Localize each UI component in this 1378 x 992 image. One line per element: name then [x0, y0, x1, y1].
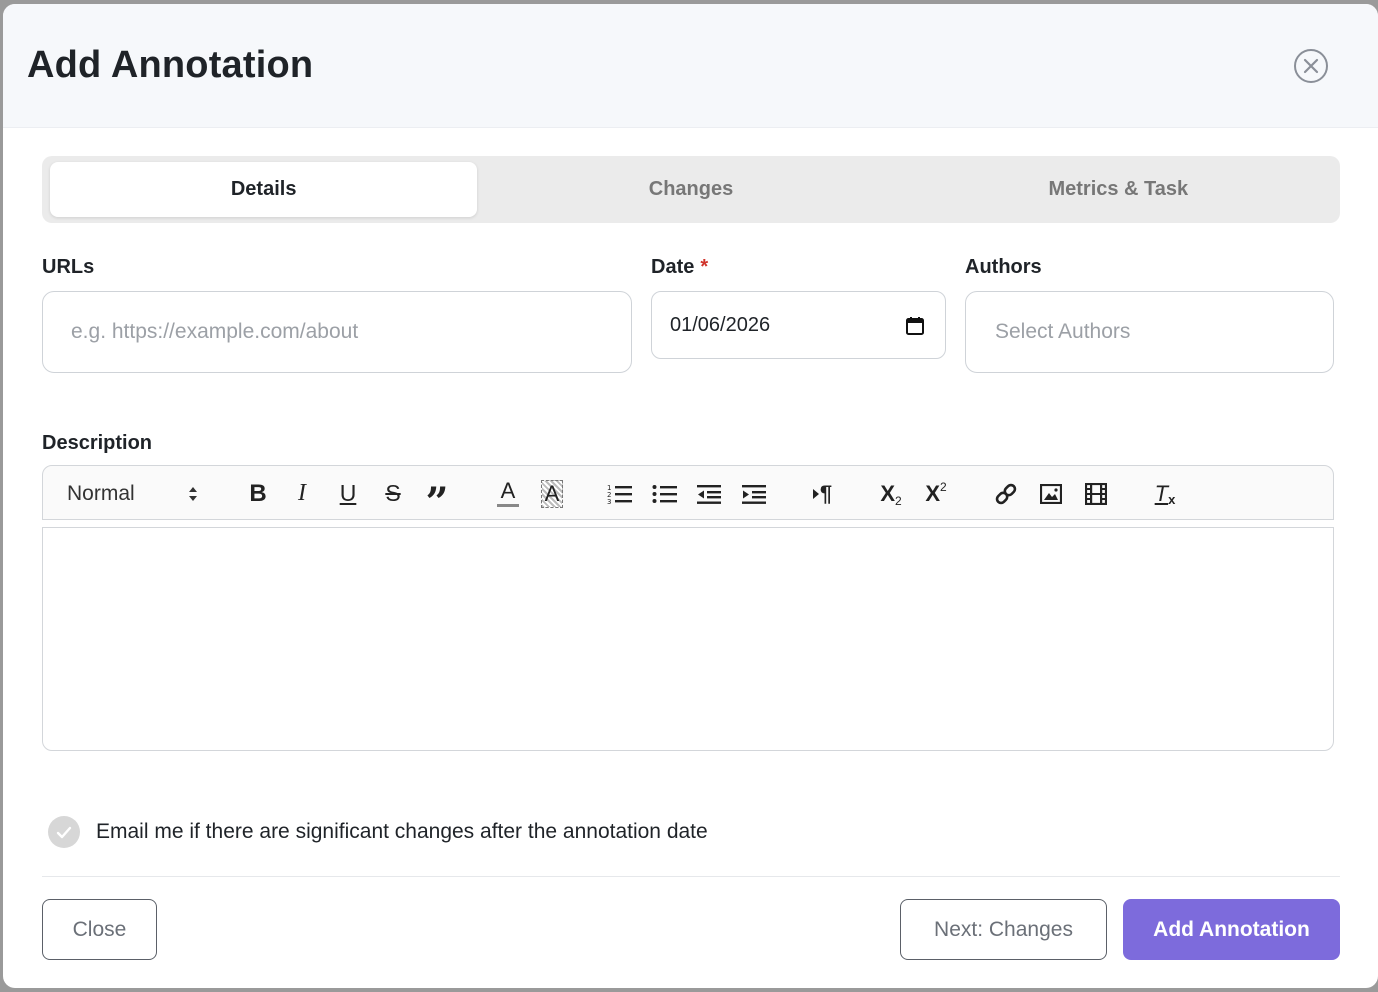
select-arrows-icon [188, 486, 198, 502]
modal-header: Add Annotation [3, 4, 1378, 128]
svg-text:3: 3 [607, 498, 611, 505]
close-icon[interactable] [1294, 49, 1328, 83]
pilcrow-glyph: ¶ [819, 480, 833, 506]
bullet-list-icon[interactable] [650, 466, 680, 521]
video-icon[interactable] [1081, 466, 1111, 521]
font-color-swatch [497, 504, 519, 507]
date-label: Date * [651, 256, 708, 279]
font-color-button[interactable]: A [493, 466, 523, 521]
next-changes-button[interactable]: Next: Changes [900, 899, 1107, 960]
check-icon [56, 826, 72, 838]
tab-metrics-task[interactable]: Metrics & Task [905, 162, 1332, 217]
subscript-base: X [880, 480, 895, 506]
required-marker: * [700, 256, 709, 278]
subscript-button[interactable]: X2 [875, 466, 907, 521]
image-icon[interactable] [1036, 466, 1066, 521]
urls-label: URLs [42, 256, 95, 278]
font-color-glyph: A [500, 478, 516, 503]
email-option-label: Email me if there are significant change… [96, 820, 708, 843]
text-direction-button[interactable]: ¶ [807, 466, 837, 521]
clear-format-mark: x [1168, 492, 1176, 507]
authors-label: Authors [965, 256, 1042, 278]
urls-placeholder: e.g. https://example.com/about [71, 320, 359, 343]
clear-format-base: T [1154, 480, 1169, 506]
strike-button[interactable]: S [378, 466, 408, 521]
email-checkbox[interactable] [48, 816, 80, 848]
authors-select[interactable]: Select Authors [965, 291, 1334, 373]
description-editor[interactable] [42, 527, 1334, 751]
calendar-icon[interactable] [905, 316, 925, 342]
ordered-list-icon[interactable]: 123 [605, 466, 635, 521]
direction-arrow-icon [812, 488, 819, 499]
add-annotation-modal: Add Annotation Details Changes Metrics &… [3, 4, 1378, 988]
date-label-text: Date [651, 256, 695, 278]
blockquote-button[interactable]: ” [422, 466, 452, 526]
bold-button[interactable]: B [243, 466, 273, 521]
editor-toolbar: Normal B I U S ” A A 123 ¶ X 2 X 2 T x [42, 465, 1334, 526]
authors-placeholder: Select Authors [995, 320, 1131, 343]
footer-divider [42, 876, 1340, 877]
superscript-base: X [925, 480, 940, 506]
add-annotation-button[interactable]: Add Annotation [1123, 899, 1340, 960]
superscript-button[interactable]: X2 [920, 466, 952, 521]
background-color-button[interactable]: A [537, 466, 567, 521]
subscript-mark: 2 [895, 493, 902, 508]
tab-bar: Details Changes Metrics & Task [42, 156, 1340, 223]
tab-details[interactable]: Details [50, 162, 478, 217]
close-button[interactable]: Close [42, 899, 157, 960]
underline-button[interactable]: U [333, 466, 363, 521]
date-input[interactable]: 01/06/2026 [651, 291, 946, 359]
indent-icon[interactable] [739, 466, 769, 521]
urls-input[interactable]: e.g. https://example.com/about [42, 291, 632, 373]
superscript-mark: 2 [940, 479, 947, 494]
outdent-icon[interactable] [694, 466, 724, 521]
italic-button[interactable]: I [287, 466, 317, 521]
clear-format-button[interactable]: Tx [1149, 466, 1181, 521]
italic-glyph: I [298, 480, 306, 506]
tab-changes[interactable]: Changes [477, 162, 904, 217]
modal-title: Add Annotation [27, 44, 314, 86]
link-icon[interactable] [991, 466, 1021, 521]
heading-select-value: Normal [67, 481, 135, 505]
date-value: 01/06/2026 [670, 314, 771, 336]
heading-select[interactable]: Normal [67, 466, 207, 521]
background-color-glyph: A [540, 479, 564, 508]
description-label: Description [42, 432, 153, 454]
